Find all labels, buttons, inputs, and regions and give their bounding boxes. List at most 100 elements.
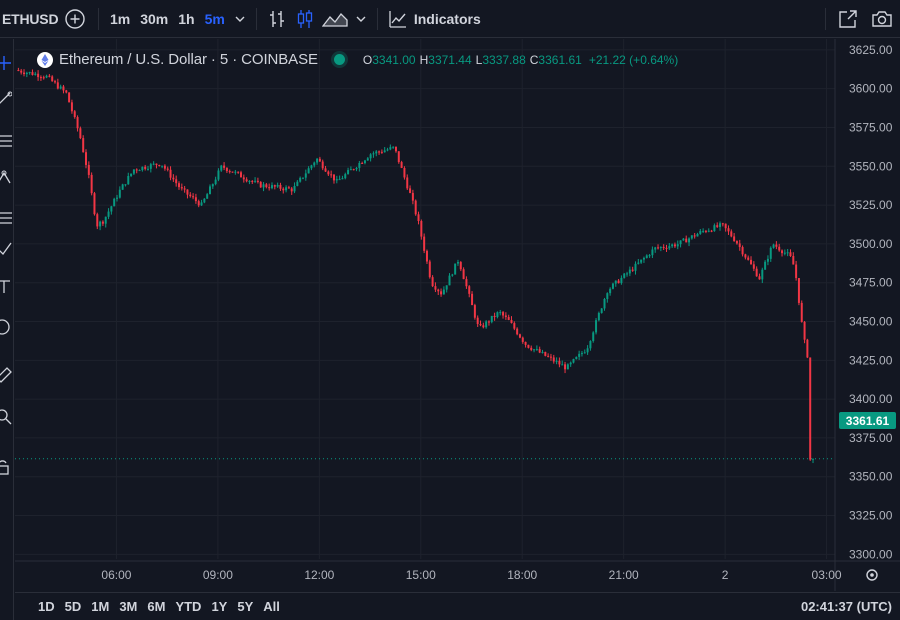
candle-body: [304, 173, 307, 178]
candle-body: [735, 241, 738, 244]
candle-body: [755, 268, 758, 277]
range-5d-button[interactable]: 5D: [60, 599, 87, 614]
candle-body: [595, 320, 598, 333]
pattern-icon[interactable]: [0, 169, 12, 185]
zoom-icon[interactable]: [0, 409, 12, 425]
candle-body: [28, 72, 31, 74]
candle-body: [161, 165, 164, 167]
bars-icon: [269, 10, 284, 27]
range-5y-button[interactable]: 5Y: [232, 599, 258, 614]
range-6m-button[interactable]: 6M: [142, 599, 170, 614]
candle-body: [454, 263, 457, 275]
candle-body: [659, 246, 662, 248]
price-tick-label: 3500.00: [849, 237, 893, 251]
market-status-dot[interactable]: [333, 54, 345, 65]
candle-body: [530, 347, 533, 350]
candles-chart-type-button[interactable]: [291, 6, 319, 32]
candle-body: [451, 274, 454, 276]
price-tick-label: 3600.00: [849, 82, 893, 96]
fib-retracement-icon[interactable]: [0, 133, 12, 149]
candle-body: [268, 187, 271, 189]
candle-body: [578, 353, 581, 357]
brush-icon[interactable]: [0, 241, 12, 257]
prediction-icon[interactable]: [0, 209, 12, 225]
candle-body: [203, 198, 206, 203]
interval-dropdown-button[interactable]: [230, 6, 250, 32]
candle-body: [414, 200, 417, 215]
candle-body: [459, 262, 462, 270]
symbol-search-button[interactable]: ETHUSD: [0, 11, 62, 27]
axis-settings-button[interactable]: [866, 569, 878, 581]
interval-1m-button[interactable]: 1m: [105, 6, 135, 32]
legend-symbol-title[interactable]: Ethereum / U.S. Dollar · 5 · COINBASE: [59, 51, 318, 68]
area-chart-type-button[interactable]: [319, 6, 351, 32]
candle-body: [231, 171, 234, 173]
candle-body: [347, 170, 350, 175]
chart-pane[interactable]: 3625.00 3600.00 3575.00 3550.00 3525.00 3500.…: [15, 39, 900, 591]
candle-body: [445, 285, 448, 290]
price-tick-label: 3350.00: [849, 470, 893, 484]
indicators-button[interactable]: Indicators: [384, 6, 485, 32]
text-icon[interactable]: [0, 279, 12, 295]
compare-symbol-button[interactable]: [62, 6, 88, 32]
trend-line-icon[interactable]: [0, 91, 12, 107]
candle-body: [747, 257, 750, 260]
interval-5m-button[interactable]: 5m: [200, 6, 230, 32]
candle-body: [293, 185, 296, 192]
candle-body: [699, 230, 702, 234]
candle-body: [657, 247, 660, 249]
candle-body: [476, 317, 479, 324]
candle-body: [341, 178, 344, 180]
candle-body: [383, 150, 386, 153]
candle-body: [324, 168, 327, 172]
candle-body: [409, 188, 412, 193]
interval-1h-button[interactable]: 1h: [173, 6, 199, 32]
icons-tool-icon[interactable]: [0, 319, 12, 335]
range-1m-button[interactable]: 1M: [86, 599, 114, 614]
range-3m-button[interactable]: 3M: [114, 599, 142, 614]
candle-body: [400, 162, 403, 168]
candle-body: [299, 177, 302, 182]
candle-body: [194, 197, 197, 202]
candle-body: [124, 184, 127, 186]
range-1y-button[interactable]: 1Y: [206, 599, 232, 614]
candle-body: [225, 167, 228, 172]
crosshair-icon[interactable]: [0, 55, 12, 71]
candle-body: [671, 244, 674, 247]
candle-body: [172, 177, 175, 180]
bar-chart-type-button[interactable]: [263, 6, 291, 32]
candle-body: [389, 147, 392, 150]
candlestick-chart[interactable]: 3625.00 3600.00 3575.00 3550.00 3525.00 3500.…: [15, 39, 900, 591]
toolbar-divider: [825, 7, 826, 30]
candle-body: [135, 169, 138, 171]
candle-body: [149, 164, 152, 169]
candle-body: [707, 230, 710, 232]
utc-clock[interactable]: 02:41:37 (UTC): [801, 599, 892, 614]
candle-body: [335, 179, 338, 181]
interval-30m-button[interactable]: 30m: [135, 6, 173, 32]
candle-body: [313, 162, 316, 166]
candle-body: [113, 198, 116, 207]
ruler-icon[interactable]: [0, 367, 12, 383]
range-1d-button[interactable]: 1D: [33, 599, 60, 614]
range-ytd-button[interactable]: YTD: [170, 599, 206, 614]
candle-body: [769, 247, 772, 259]
camera-icon: [872, 10, 892, 27]
candle-body: [569, 362, 572, 365]
candle-body: [25, 72, 28, 75]
candle-body: [513, 323, 516, 329]
price-tick-label: 3300.00: [849, 547, 893, 561]
candle-body: [738, 243, 741, 248]
chart-type-dropdown-button[interactable]: [351, 6, 371, 32]
chart-legend: Ethereum / U.S. Dollar · 5 · COINBASE O3…: [37, 51, 678, 68]
snapshot-button[interactable]: [864, 6, 900, 32]
candle-body: [473, 305, 476, 318]
range-all-button[interactable]: All: [258, 599, 285, 614]
fullscreen-button[interactable]: [832, 6, 864, 32]
candle-body: [434, 286, 437, 290]
lock-icon[interactable]: [0, 459, 12, 475]
candle-body: [428, 261, 431, 278]
candle-body: [795, 264, 798, 279]
candle-body: [668, 246, 671, 249]
candle-body: [301, 177, 304, 179]
